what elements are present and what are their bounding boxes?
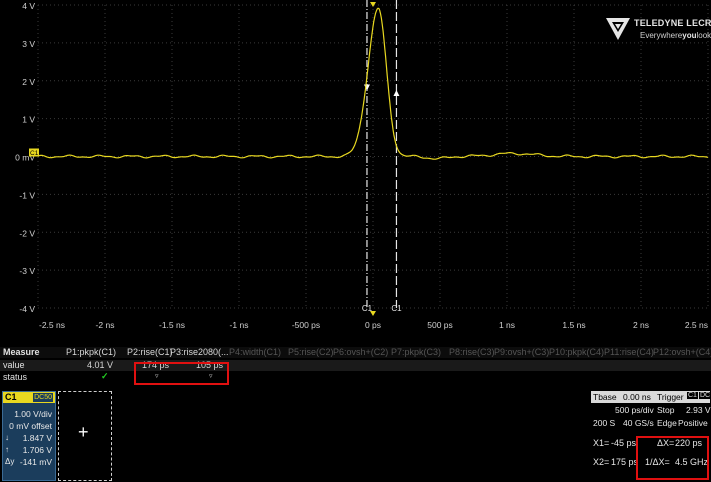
param-p1[interactable]: P1:pkpk(C1) xyxy=(66,347,116,357)
teledyne-lecroy-logo: TELEDYNE LECROY Everywhereyoulook xyxy=(604,14,711,54)
trigger-slope: Positive xyxy=(678,418,708,428)
param-p4[interactable]: P4:width(C1) xyxy=(229,347,281,357)
x-axis-tick-label: -1 ns xyxy=(230,320,249,330)
y-axis-tick-label: 2 V xyxy=(22,77,35,87)
y-axis-tick-label: 4 V xyxy=(22,1,35,11)
param-p10[interactable]: P10:pkpk(C4) xyxy=(549,347,604,357)
param-p2[interactable]: P2:rise(C1) xyxy=(127,347,173,357)
channel-vdiv: 1.00 V/div xyxy=(14,409,52,419)
param-p5[interactable]: P5:rise(C2) xyxy=(288,347,334,357)
param-p6[interactable]: P6:ovsh+(C2) xyxy=(333,347,388,357)
x-axis-tick-label: 2.5 ns xyxy=(685,320,708,330)
measure-title: Measure xyxy=(3,347,40,357)
trigger-source: C1 xyxy=(687,392,698,399)
x-axis-tick-label: 1.5 ns xyxy=(562,320,585,330)
timebase-rate: 40 GS/s xyxy=(623,418,654,428)
lecroy-emblem-icon xyxy=(606,18,630,40)
logo-tagline: Everywhereyoulook xyxy=(640,31,711,40)
trigger-type: Edge xyxy=(657,418,677,428)
y-axis-tick-label: 3 V xyxy=(22,39,35,49)
delta-y-label: Δy xyxy=(5,457,15,466)
param-p7[interactable]: P7:pkpk(C3) xyxy=(391,347,441,357)
param-p8[interactable]: P8:rise(C3) xyxy=(449,347,495,357)
y-axis-tick-label: -3 V xyxy=(19,266,35,276)
add-icon: + xyxy=(78,422,89,442)
param-p11[interactable]: P11:rise(C4) xyxy=(604,347,654,357)
x-axis-tick-label: 500 ps xyxy=(427,320,453,330)
x-axis-tick-label: -2.5 ns xyxy=(39,320,65,330)
trigger-mode: Stop xyxy=(657,405,675,415)
logo-brand-text: TELEDYNE LECROY xyxy=(634,18,711,28)
channel-ground-label: C1 xyxy=(30,150,39,157)
param-p12[interactable]: P12:ovsh+(C4) xyxy=(653,347,711,357)
timebase-label: Tbase xyxy=(593,392,617,402)
timebase-trigger-panel[interactable]: Tbase 0.00 ns Trigger C1 DC 500 ps/div S… xyxy=(591,391,711,431)
x2-value: 175 ps xyxy=(611,457,639,467)
value-label: value xyxy=(3,360,25,370)
y-axis-tick-label: 1 V xyxy=(22,115,35,125)
cursor-x1-label: C1 xyxy=(362,304,373,313)
channel-c1-descriptor[interactable]: C1 DC50 1.00 V/div 0 mV offset ↓ 1.847 V… xyxy=(2,391,56,481)
cursor-up-arrow-icon xyxy=(393,90,400,97)
value-p1: 4.01 V xyxy=(87,360,114,370)
measure-header-row: Measure P1:pkpk(C1) P2:rise(C1) P3:rise2… xyxy=(0,347,711,358)
x-axis-tick-label: -500 ps xyxy=(292,320,320,330)
x2-label: X2= xyxy=(593,457,610,467)
measure-table: Measure P1:pkpk(C1) P2:rise(C1) P3:rise2… xyxy=(0,347,711,390)
x1-label: X1= xyxy=(593,438,610,448)
channel-delta-y-value: -141 mV xyxy=(19,457,52,467)
measure-status-row: status ✓ ▿ ▿ xyxy=(0,371,711,383)
timebase-samples: 200 S xyxy=(593,418,616,428)
channel-offset: 0 mV offset xyxy=(9,421,52,431)
timebase-delay: 0.00 ns xyxy=(623,392,651,402)
channel-cursor2-value: 1.706 V xyxy=(22,445,52,455)
highlight-box-cursors xyxy=(636,436,709,480)
channel-cursor1-value: 1.847 V xyxy=(22,433,52,443)
add-zoom-trace-box[interactable]: + xyxy=(58,391,112,481)
status-label: status xyxy=(3,372,28,382)
x1-value: -45 ps xyxy=(611,438,637,448)
measure-value-row: value 4.01 V 174 ps 105 ps xyxy=(0,360,711,371)
y-axis-tick-label: -1 V xyxy=(19,190,35,200)
param-p9[interactable]: P9:ovsh+(C3) xyxy=(494,347,549,357)
channel-name: C1 xyxy=(5,392,17,402)
status-ok-icon: ✓ xyxy=(101,371,109,381)
y-axis-tick-label: -4 V xyxy=(19,304,35,314)
y-axis-tick-label: -2 V xyxy=(19,228,35,238)
x-axis-tick-label: 0 ps xyxy=(365,320,381,330)
x-axis-tick-label: 1 ns xyxy=(499,320,515,330)
timebase-tdiv: 500 ps/div xyxy=(615,405,654,415)
x-axis-tick-label: 2 ns xyxy=(633,320,649,330)
cursor-down-icon: ↓ xyxy=(5,433,9,442)
param-p3[interactable]: P3:rise2080(... xyxy=(170,347,229,357)
cursor-x2-label: C1 xyxy=(391,304,402,313)
trigger-label: Trigger xyxy=(657,392,684,402)
trigger-level: 2.93 V xyxy=(686,405,711,415)
channel-header: C1 DC50 xyxy=(3,392,55,403)
channel-coupling: DC50 xyxy=(33,393,53,402)
cursor-up-icon: ↑ xyxy=(5,445,9,454)
x-axis-tick-label: -2 ns xyxy=(96,320,115,330)
highlight-box-measurements xyxy=(134,362,229,385)
x-axis-tick-label: -1.5 ns xyxy=(159,320,185,330)
trigger-coupling: DC xyxy=(699,392,711,399)
